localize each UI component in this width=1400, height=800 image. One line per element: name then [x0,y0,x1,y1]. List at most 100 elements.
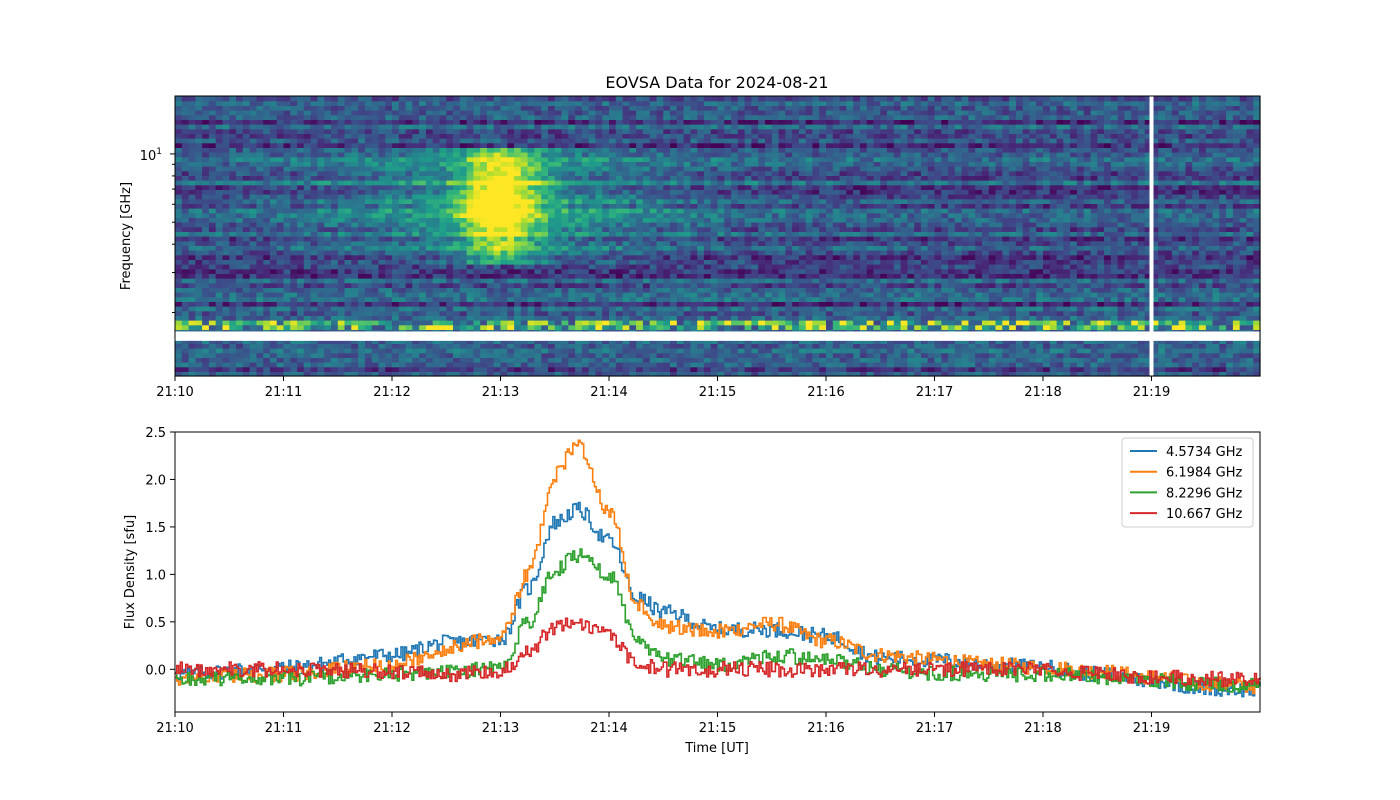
heatmap-cell [527,315,535,321]
heatmap-cell [995,287,1003,293]
heatmap-cell [1171,324,1180,330]
heatmap-cell [975,343,983,349]
heatmap-cell [900,231,908,237]
heatmap-cell [880,306,888,312]
heatmap-cell [500,250,508,256]
heatmap-cell [1165,282,1173,288]
heatmap-cell [785,278,793,284]
heatmap-cell [1158,362,1166,368]
heatmap-cell [934,273,942,279]
heatmap-cell [710,264,719,270]
heatmap-cell [215,292,224,298]
heatmap-cell [683,343,691,349]
heatmap-cell [866,352,875,358]
heatmap-cell [670,287,678,293]
heatmap-cell [819,245,827,251]
heatmap-cell [785,264,793,270]
heatmap-cell [954,240,963,246]
heatmap-cell [256,287,264,293]
heatmap-cell [229,366,237,372]
heatmap-cell [1226,287,1234,293]
heatmap-cell [866,231,875,237]
heatmap-cell [1070,357,1078,363]
heatmap-cell [466,282,474,288]
heatmap-cell [466,357,474,363]
heatmap-cell [337,301,346,307]
heatmap-cell [968,320,976,326]
heatmap-cell [337,320,346,326]
heatmap-cell [1131,310,1139,316]
heatmap-cell [1015,259,1024,265]
heatmap-cell [331,264,339,270]
heatmap-cell [907,254,915,260]
heatmap-cell [934,250,942,256]
heatmap-cell [351,231,359,237]
heatmap-cell [453,278,461,284]
heatmap-cell [1185,292,1193,298]
heatmap-cell [344,320,352,326]
heatmap-cell [215,240,224,246]
heatmap-cell [1205,310,1214,316]
heatmap-cell [670,315,678,321]
heatmap-cell [615,301,624,307]
heatmap-cell [839,306,847,312]
heatmap-cell [297,264,305,270]
heatmap-cell [385,292,393,298]
heatmap-cell [236,352,244,358]
heatmap-cell [609,362,617,368]
heatmap-cell [263,348,271,354]
heatmap-cell [649,343,658,349]
heatmap-cell [486,250,495,256]
heatmap-cell [975,254,983,260]
heatmap-cell [575,264,583,270]
heatmap-cell [222,236,230,242]
heatmap-cell [432,306,441,312]
heatmap-cell [1104,343,1112,349]
heatmap-cell [534,366,542,372]
heatmap-cell [846,324,854,330]
heatmap-cell [703,348,712,354]
heatmap-cell [1015,273,1024,279]
heatmap-cell [1219,273,1227,279]
heatmap-cell [514,282,522,288]
heatmap-cell [954,268,963,274]
heatmap-cell [954,273,963,279]
heatmap-cell [459,315,468,321]
heatmap-cell [771,343,780,349]
heatmap-cell [934,310,942,316]
heatmap-cell [812,315,820,321]
heatmap-cell [1029,352,1037,358]
heatmap-cell [642,259,651,265]
heatmap-cell [229,343,237,349]
heatmap-cell [982,301,990,307]
heatmap-cell [453,273,461,279]
heatmap-cell [737,268,746,274]
heatmap-cell [765,264,773,270]
heatmap-cell [263,292,271,298]
heatmap-cell [514,278,522,284]
heatmap-cell [995,310,1003,316]
heatmap-cell [1056,366,1064,372]
heatmap-cell [344,296,352,302]
heatmap-cell [819,254,827,260]
heatmap-cell [202,226,210,232]
heatmap-cell [907,292,915,298]
heatmap-cell [175,352,183,358]
heatmap-cell [1212,366,1220,372]
heatmap-cell [819,352,827,358]
heatmap-cell [351,264,359,270]
heatmap-cell [344,343,352,349]
heatmap-cell [1199,310,1207,316]
heatmap-cell [290,236,298,242]
heatmap-cell [1226,362,1234,368]
heatmap-cell [1076,282,1085,288]
heatmap-cell [1083,301,1092,307]
heatmap-cell [826,236,834,242]
heatmap-cell [310,236,318,242]
heatmap-cell [859,320,868,326]
heatmap-cell [466,315,474,321]
heatmap-cell [1104,273,1112,279]
heatmap-cell [405,352,413,358]
heatmap-cell [208,254,217,260]
heatmap-cell [1178,240,1186,246]
